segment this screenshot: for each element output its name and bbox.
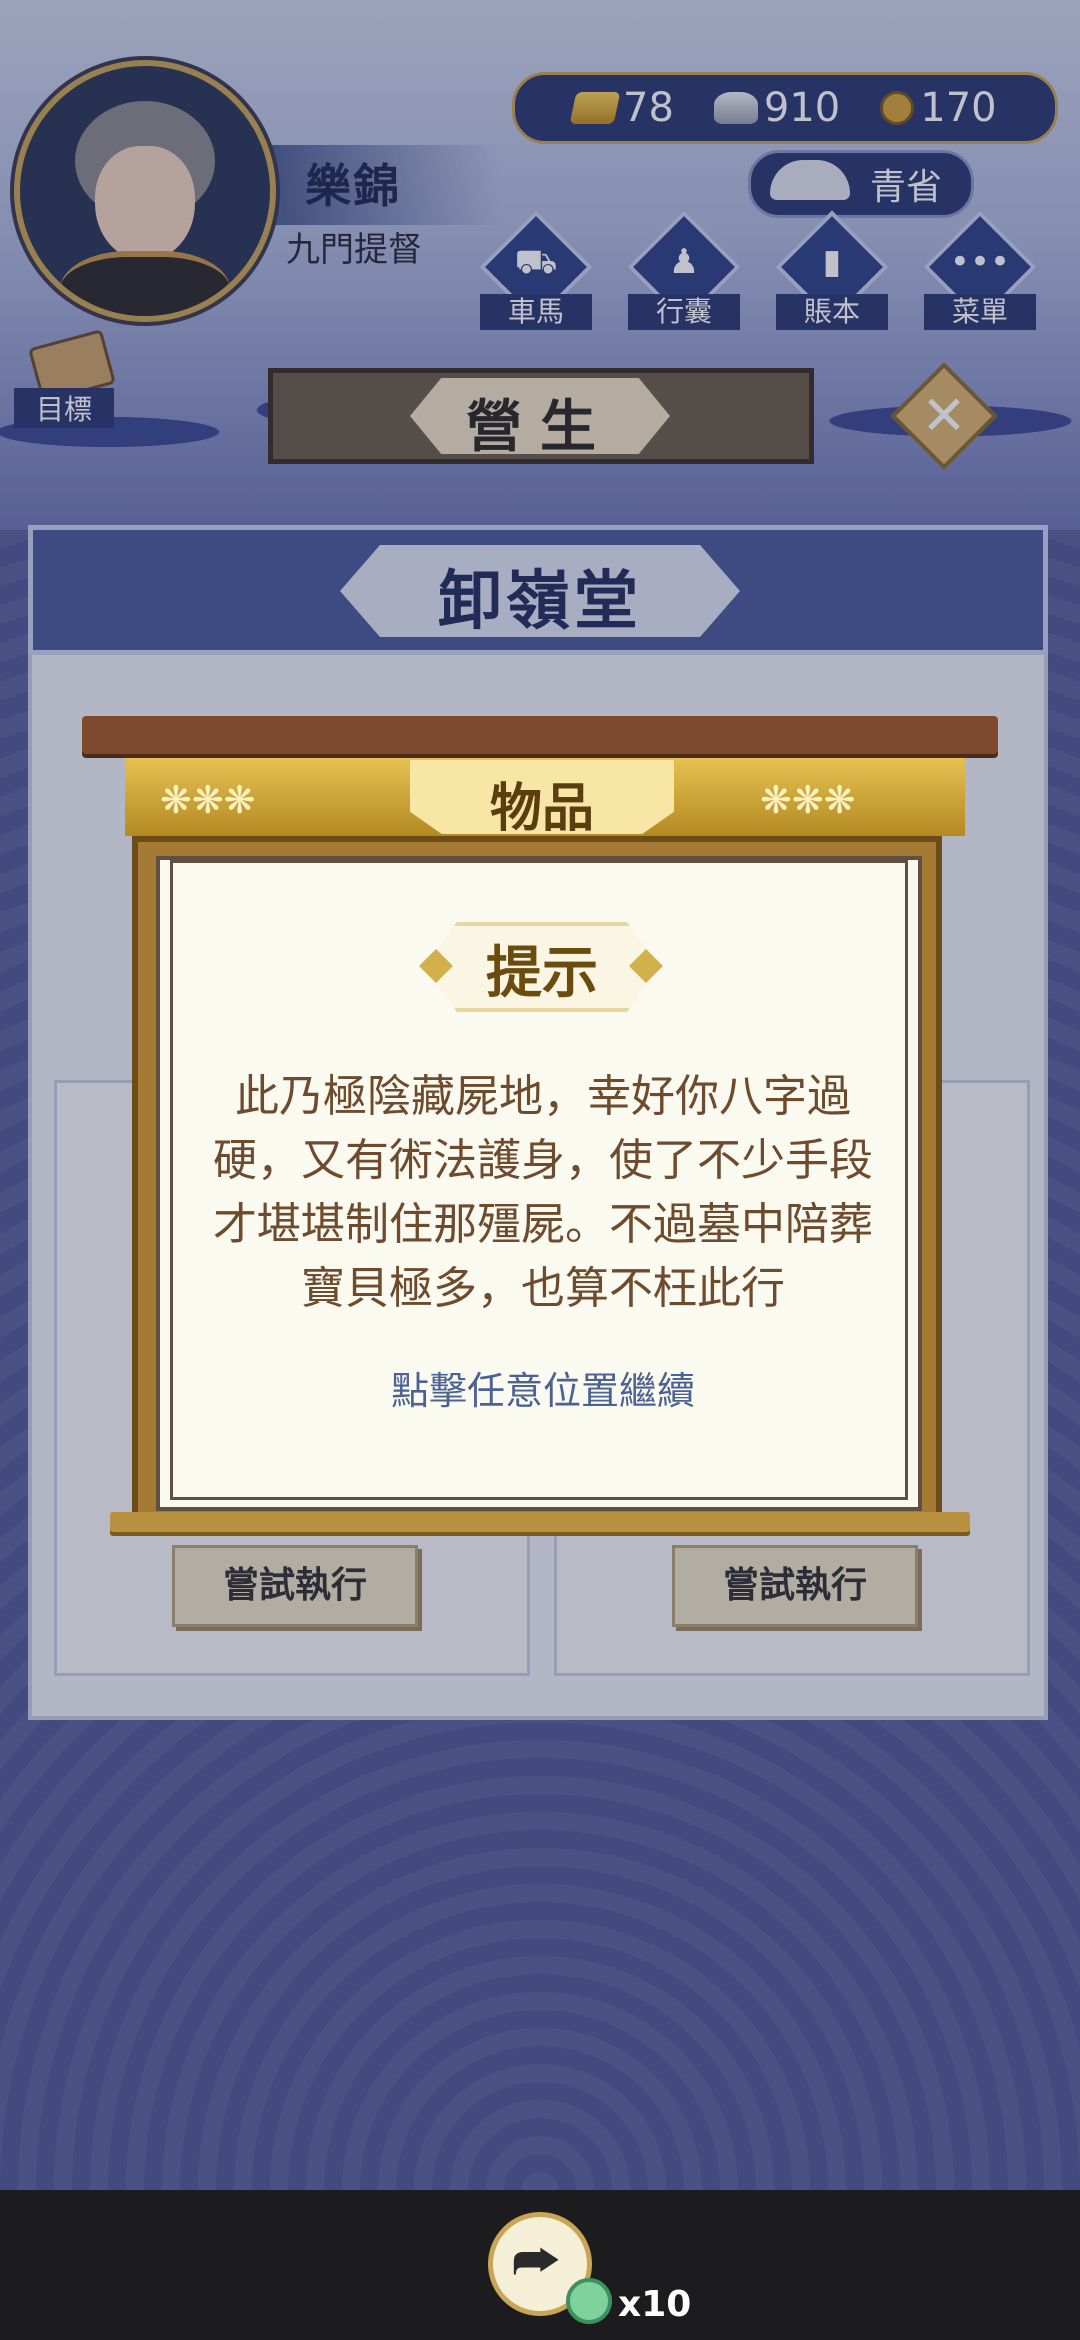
hint-heading: 提示 <box>486 941 598 1006</box>
share-reward-count: x10 <box>618 2284 692 2325</box>
jade-reward-icon <box>566 2278 612 2324</box>
knot-ornament-icon: ❋❋❋ <box>160 778 256 822</box>
scroll-rod-bottom <box>110 1512 970 1532</box>
knot-ornament-icon: ❋❋❋ <box>760 778 856 822</box>
share-icon: ⮫ <box>512 2232 561 2292</box>
dialog-message: 此乃極陰藏屍地，幸好你八字過硬，又有術法護身，使了不少手段才堪堪制住那殭屍。不過… <box>213 1071 873 1314</box>
dialog-tab-label: 物品 <box>489 779 594 839</box>
scroll-rod-top <box>82 716 998 754</box>
tap-to-continue[interactable]: 點擊任意位置繼續 <box>198 1360 888 1415</box>
